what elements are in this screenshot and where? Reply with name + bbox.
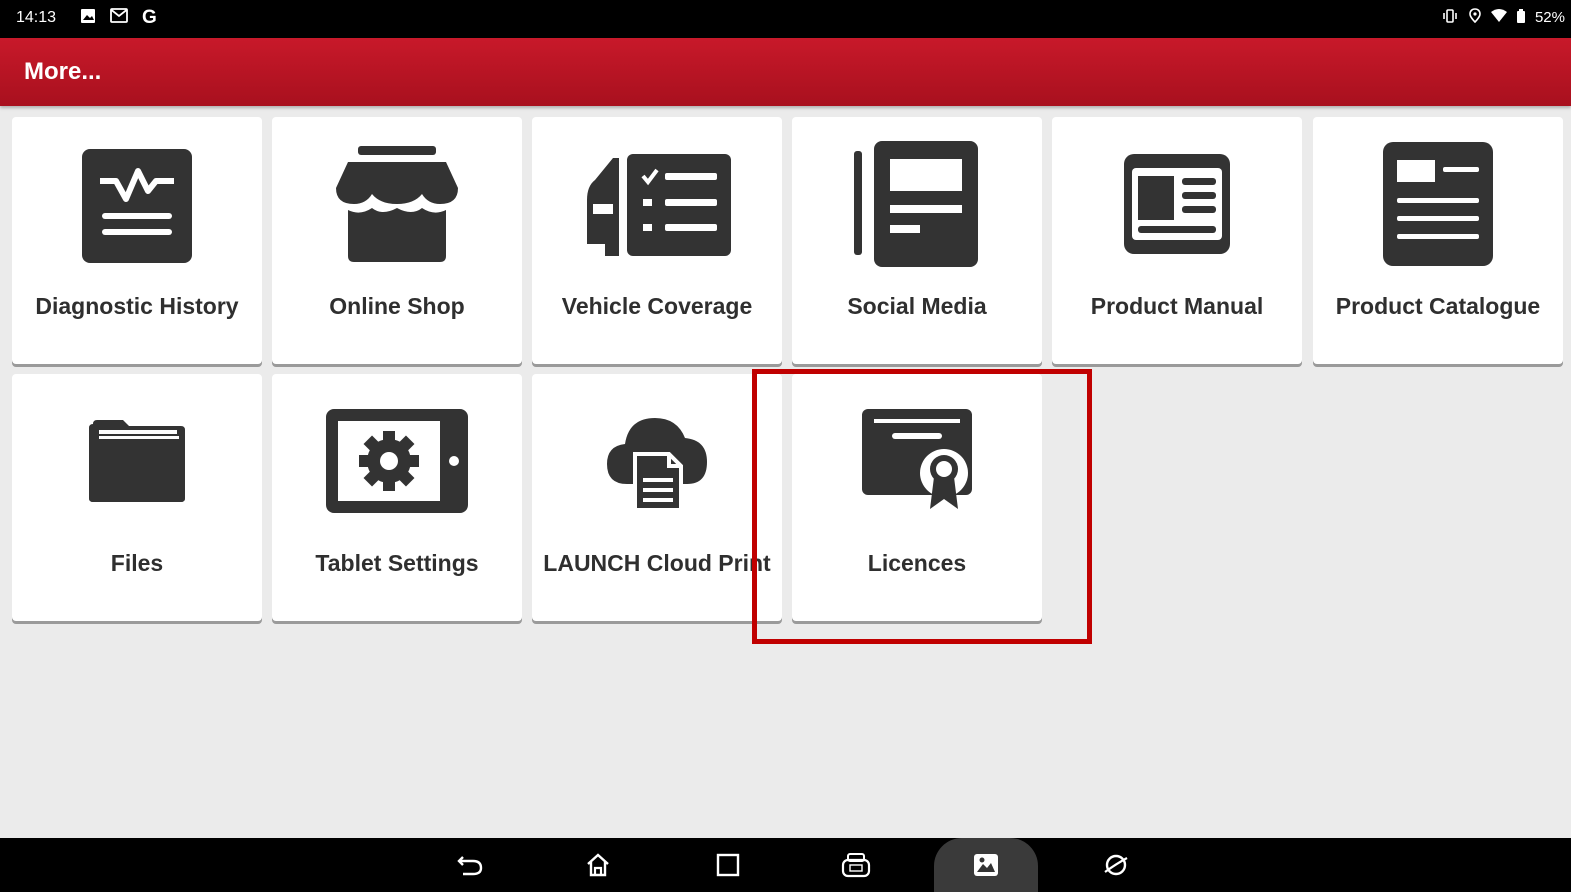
image-notification-icon (80, 8, 96, 29)
tile-label: Licences (867, 550, 967, 576)
product-catalogue-icon (1313, 139, 1563, 269)
tablet-settings-icon (272, 396, 522, 526)
cloud-print-icon (532, 396, 782, 526)
tile-label: Tablet Settings (315, 550, 479, 576)
gallery-icon[interactable] (934, 838, 1038, 892)
home-icon[interactable] (568, 838, 628, 892)
status-bar: 14:13 G 52% (0, 0, 1571, 38)
tile-label: Vehicle Coverage (561, 293, 753, 319)
navigation-bar (0, 838, 1571, 892)
page-title: More... (24, 58, 102, 85)
tile-files[interactable]: Files (12, 374, 262, 621)
tile-label: Social Media (847, 293, 987, 319)
tile-diagnostic-history[interactable]: Diagnostic History (12, 117, 262, 364)
social-media-icon (792, 139, 1042, 269)
tile-online-shop[interactable]: Online Shop (272, 117, 522, 364)
licence-certificate-icon (792, 396, 1042, 526)
tile-tablet-settings[interactable]: Tablet Settings (272, 374, 522, 621)
vehicle-coverage-icon (532, 139, 782, 269)
tile-label: Files (110, 550, 164, 576)
tile-label: Online Shop (329, 293, 465, 319)
shop-icon (272, 139, 522, 269)
vibrate-icon (1441, 8, 1459, 27)
tile-launch-cloud-print[interactable]: LAUNCH Cloud Print (532, 374, 782, 621)
vci-icon[interactable] (826, 838, 886, 892)
tile-label: Product Manual (1090, 293, 1264, 319)
app-bar: More... (0, 38, 1571, 106)
tile-vehicle-coverage[interactable]: Vehicle Coverage (532, 117, 782, 364)
wifi-icon (1490, 9, 1507, 26)
product-manual-icon (1052, 139, 1302, 269)
tile-label: Diagnostic History (35, 293, 239, 319)
folder-icon (12, 396, 262, 526)
recents-icon[interactable] (698, 838, 758, 892)
battery-level: 52% (1534, 9, 1565, 26)
tile-label: Product Catalogue (1335, 293, 1541, 319)
diagnostic-history-icon (12, 139, 262, 269)
tile-product-catalogue[interactable]: Product Catalogue (1313, 117, 1563, 364)
back-icon[interactable] (440, 838, 500, 892)
tile-product-manual[interactable]: Product Manual (1052, 117, 1302, 364)
battery-icon (1516, 8, 1525, 27)
google-icon: G (142, 7, 157, 28)
tile-label: LAUNCH Cloud Print (543, 550, 771, 576)
status-time: 14:13 (16, 9, 57, 26)
tile-licences[interactable]: Licences (792, 374, 1042, 621)
tile-social-media[interactable]: Social Media (792, 117, 1042, 364)
browser-icon[interactable] (1086, 838, 1146, 892)
location-icon (1469, 8, 1481, 27)
gmail-icon (110, 8, 128, 28)
